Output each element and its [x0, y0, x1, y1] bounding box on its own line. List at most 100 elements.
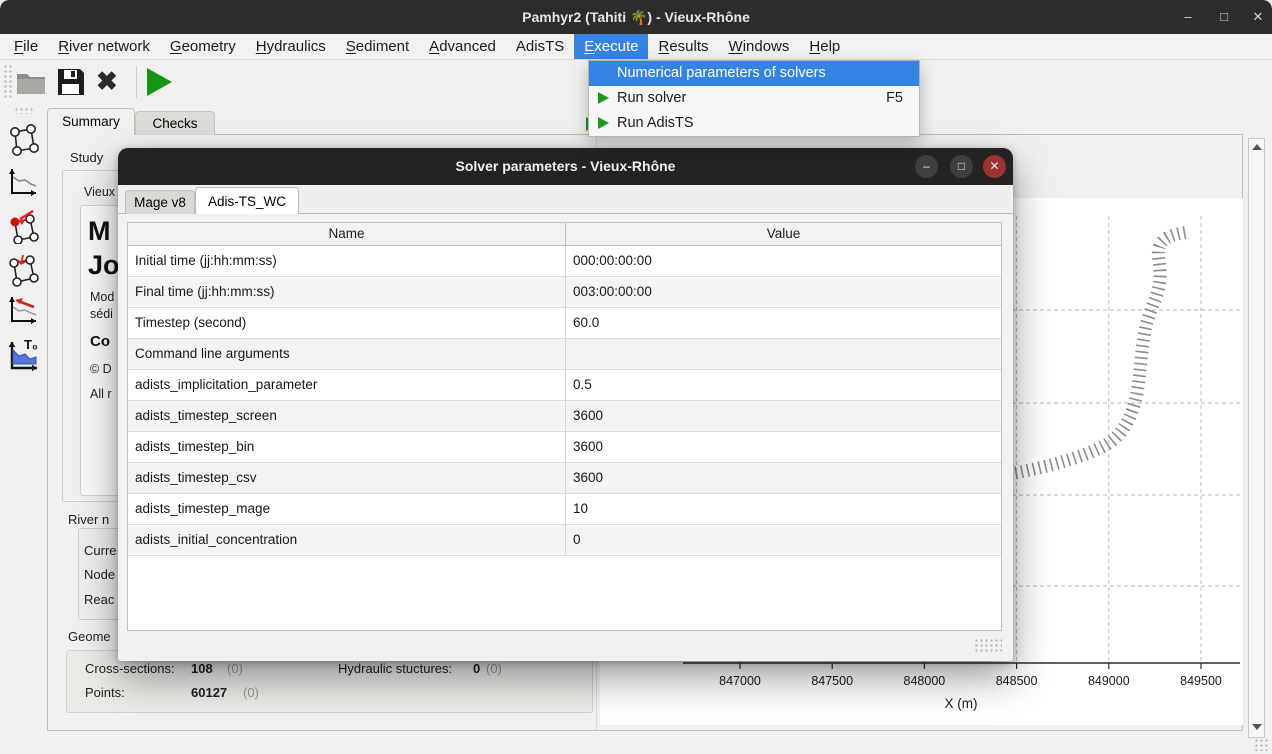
menu-adists[interactable]: AdisTS: [506, 34, 574, 59]
table-row[interactable]: adists_timestep_csv 3600: [128, 463, 1001, 494]
dialog-tab-mage-v8[interactable]: Mage v8: [125, 190, 195, 214]
menu-item-run-adists[interactable]: Run AdisTS: [589, 111, 919, 136]
geometry-label: Geome: [68, 629, 111, 644]
x-tick-label: 849000: [1088, 674, 1130, 688]
menu-sediment[interactable]: Sediment: [336, 34, 419, 59]
table-row[interactable]: adists_timestep_screen 3600: [128, 401, 1001, 432]
menu-execute[interactable]: Execute: [574, 34, 648, 59]
node-select-icon[interactable]: [6, 208, 40, 249]
menu-item-numerical-parameters-of-solvers[interactable]: Numerical parameters of solvers: [589, 61, 919, 86]
longitudinal-profile-icon[interactable]: [6, 165, 40, 204]
x-tick-label: 848000: [904, 674, 946, 688]
cross-sections-note: (0): [227, 661, 243, 676]
table-row[interactable]: Initial time (jj:hh:mm:ss) 000:00:00:00: [128, 246, 1001, 277]
points-value: 60127: [191, 685, 227, 700]
tab-summary[interactable]: Summary: [47, 108, 135, 135]
row-value-cell[interactable]: 003:00:00:00: [566, 277, 1001, 307]
cross-sections-value: 108: [191, 661, 213, 676]
initial-conditions-icon[interactable]: T₀: [6, 336, 40, 379]
tab-checks[interactable]: Checks: [135, 111, 215, 135]
row-name-cell[interactable]: adists_timestep_screen: [128, 401, 566, 431]
cross-sections-label: Cross-sections:: [85, 661, 175, 676]
row-value-cell[interactable]: 000:00:00:00: [566, 246, 1001, 276]
open-folder-icon[interactable]: [16, 67, 46, 101]
row-value-cell[interactable]: 3600: [566, 432, 1001, 462]
menu-item-run-solver[interactable]: Run solverF5: [589, 86, 919, 111]
dialog-resize-grip[interactable]: [974, 638, 1002, 654]
row-value-cell[interactable]: 3600: [566, 401, 1001, 431]
menu-advanced[interactable]: Advanced: [419, 34, 506, 59]
scroll-down-wrap: [1249, 719, 1264, 735]
toolbar-separator: [136, 66, 137, 98]
table-row[interactable]: adists_initial_concentration 0: [128, 525, 1001, 556]
scroll-up-icon[interactable]: [1252, 144, 1262, 150]
window-close-icon[interactable]: ✕: [1250, 9, 1266, 25]
menu-geometry[interactable]: Geometry: [160, 34, 246, 59]
dialog-title: Solver parameters - Vieux-Rhône: [118, 148, 1013, 185]
window-titlebar[interactable]: Pamhyr2 (Tahiti 🌴) - Vieux-Rhône – □ ✕: [0, 0, 1272, 34]
table-row[interactable]: adists_timestep_bin 3600: [128, 432, 1001, 463]
toolbar-drag-handle[interactable]: [3, 64, 13, 100]
column-header-value[interactable]: Value: [566, 223, 1001, 245]
table-header: Name Value: [128, 223, 1001, 246]
menu-results[interactable]: Results: [648, 34, 718, 59]
column-header-name[interactable]: Name: [128, 223, 566, 245]
hydraulic-structures-value: 0: [473, 661, 480, 676]
summary-subheading: Co: [90, 333, 110, 350]
dialog-minimize-icon[interactable]: –: [915, 155, 938, 178]
row-name-cell[interactable]: Command line arguments: [128, 339, 566, 369]
save-icon[interactable]: [56, 67, 85, 101]
x-tick-label: 847500: [811, 674, 853, 688]
row-name-cell[interactable]: adists_timestep_bin: [128, 432, 566, 462]
row-value-cell[interactable]: 0: [566, 525, 1001, 555]
menu-help[interactable]: Help: [799, 34, 850, 59]
row-value-cell[interactable]: [566, 339, 1001, 369]
menu-item-label: Run solver: [617, 86, 686, 111]
sidebar-drag-handle[interactable]: [14, 107, 34, 114]
menu-item-label: Run AdisTS: [617, 111, 694, 136]
dialog-close-icon[interactable]: ✕: [983, 155, 1006, 178]
delete-icon[interactable]: ✖: [96, 67, 118, 95]
profile-update-icon[interactable]: [6, 293, 40, 332]
summary-copyright: © D: [90, 362, 112, 376]
row-value-cell[interactable]: 10: [566, 494, 1001, 524]
menu-hydraulics[interactable]: Hydraulics: [246, 34, 336, 59]
river-network-icon[interactable]: [6, 122, 40, 163]
row-name-cell[interactable]: Timestep (second): [128, 308, 566, 338]
table-row[interactable]: adists_timestep_mage 10: [128, 494, 1001, 525]
x-tick-label: 848500: [996, 674, 1038, 688]
window-minimize-icon[interactable]: –: [1180, 9, 1196, 25]
dialog-titlebar[interactable]: Solver parameters - Vieux-Rhône – □ ✕: [118, 148, 1013, 185]
dialog-tab-adis-ts-wc[interactable]: Adis-TS_WC: [195, 187, 299, 214]
table-row[interactable]: Final time (jj:hh:mm:ss) 003:00:00:00: [128, 277, 1001, 308]
row-value-cell[interactable]: 60.0: [566, 308, 1001, 338]
row-name-cell[interactable]: Initial time (jj:hh:mm:ss): [128, 246, 566, 276]
row-name-cell[interactable]: adists_timestep_mage: [128, 494, 566, 524]
menu-bar: FileRiver networkGeometryHydraulicsSedim…: [0, 34, 1272, 60]
summary-heading-line1: M: [88, 216, 111, 247]
table-row[interactable]: Command line arguments: [128, 339, 1001, 370]
row-name-cell[interactable]: Final time (jj:hh:mm:ss): [128, 277, 566, 307]
network-edit-icon[interactable]: [6, 251, 40, 292]
row-value-cell[interactable]: 0.5: [566, 370, 1001, 400]
row-name-cell[interactable]: adists_initial_concentration: [128, 525, 566, 555]
row-name-cell[interactable]: adists_timestep_csv: [128, 463, 566, 493]
table-row[interactable]: Timestep (second) 60.0: [128, 308, 1001, 339]
window-maximize-icon[interactable]: □: [1216, 9, 1232, 25]
menu-windows[interactable]: Windows: [719, 34, 800, 59]
solver-parameters-dialog: Solver parameters - Vieux-Rhône – □ ✕ Ma…: [118, 148, 1013, 661]
menu-file[interactable]: File: [4, 34, 48, 59]
menu-river-network[interactable]: River network: [48, 34, 160, 59]
row-value-cell[interactable]: 3600: [566, 463, 1001, 493]
window-resize-grip[interactable]: [1254, 738, 1268, 751]
summary-desc-line1: Mod: [90, 290, 114, 304]
window-title: Pamhyr2 (Tahiti 🌴) - Vieux-Rhône: [0, 0, 1272, 34]
dialog-maximize-icon[interactable]: □: [950, 155, 973, 178]
scroll-down-icon[interactable]: [1252, 724, 1262, 730]
row-name-cell[interactable]: adists_implicitation_parameter: [128, 370, 566, 400]
vertical-scrollbar[interactable]: [1248, 138, 1265, 738]
points-note: (0): [243, 685, 259, 700]
menu-item-label: Numerical parameters of solvers: [617, 61, 826, 86]
run-solver-icon[interactable]: [147, 68, 172, 96]
table-row[interactable]: adists_implicitation_parameter 0.5: [128, 370, 1001, 401]
